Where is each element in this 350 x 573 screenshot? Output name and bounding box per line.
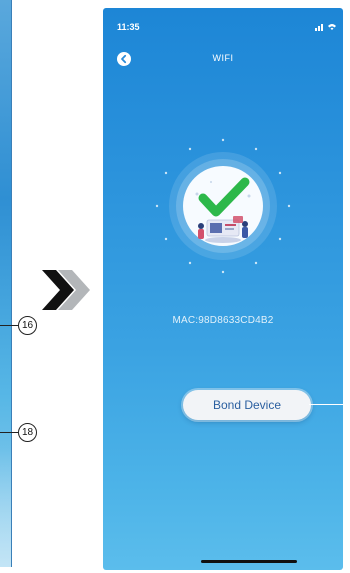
previous-screen-edge: [0, 0, 12, 567]
bond-device-button[interactable]: Bond Device: [183, 390, 311, 420]
signal-icon: [315, 24, 336, 31]
home-indicator: [201, 560, 297, 563]
callout-16: 16: [18, 316, 37, 335]
mac-address-label: MAC:98D8633CD4B2: [172, 315, 274, 326]
success-check-illustration: [155, 138, 291, 274]
next-arrow-dark-icon: [42, 270, 74, 310]
status-icons: [315, 22, 337, 33]
callout-18: 18: [18, 423, 37, 442]
callout-line-18: [0, 432, 18, 433]
bond-callout-line: [309, 404, 350, 405]
page: 16 18 11:35 WIFI MAC:98D8633CD4B2 Bond D…: [0, 0, 350, 573]
status-time: 11:35: [117, 22, 140, 32]
phone-screen: 11:35 WIFI MAC:98D8633CD4B2: [103, 8, 343, 570]
callout-line-16: [0, 325, 18, 326]
page-title: WIFI: [212, 53, 234, 63]
